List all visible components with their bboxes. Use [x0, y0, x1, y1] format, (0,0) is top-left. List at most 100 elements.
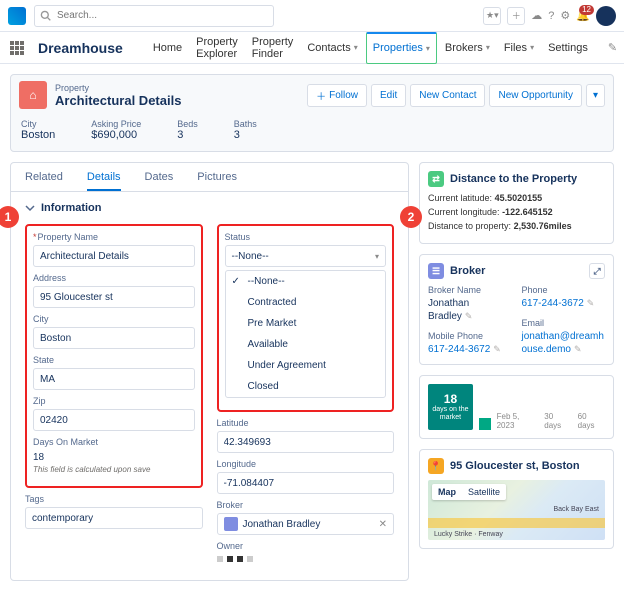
nav-settings[interactable]: Settings: [542, 32, 594, 64]
follow-button[interactable]: ＋Follow: [307, 84, 367, 107]
add-button[interactable]: ＋: [507, 7, 525, 25]
new-contact-button[interactable]: New Contact: [410, 84, 485, 107]
map-label: Lucky Strike · Fenway: [434, 531, 503, 538]
nav-brokers[interactable]: Brokers▾: [439, 32, 496, 64]
global-search-input[interactable]: [34, 5, 274, 27]
field-value: $690,000: [91, 129, 141, 141]
field-label: Zip: [33, 396, 195, 406]
property-icon: ⌂: [19, 81, 47, 109]
favorites-button[interactable]: ★▾: [483, 7, 501, 25]
owner-selector[interactable]: [217, 554, 395, 564]
nav-properties[interactable]: Properties▾: [366, 32, 437, 64]
search-icon: [40, 10, 51, 21]
callout-badge-1: 1: [0, 206, 19, 228]
days-30: 30 days: [544, 412, 571, 430]
status-option-contracted[interactable]: Contracted: [226, 292, 386, 313]
chevron-down-icon: ▾: [354, 43, 358, 52]
field-label: Tags: [25, 494, 203, 504]
field-label: Phone: [522, 285, 606, 295]
broker-name-value: Jonathan Bradley✎: [428, 297, 512, 323]
distance-icon: ⇄: [428, 171, 444, 187]
field-value: Boston: [21, 129, 55, 141]
card-title: 95 Gloucester st, Boston: [450, 460, 580, 472]
chevron-down-icon: ▾: [375, 252, 379, 261]
broker-mobile-link[interactable]: 617-244-3672✎: [428, 343, 512, 356]
help-icon[interactable]: ?: [548, 10, 554, 22]
field-label: Status: [225, 232, 387, 242]
nav-property-finder[interactable]: Property Finder: [246, 32, 300, 64]
avatar-icon: [224, 517, 238, 531]
map[interactable]: MapSatellite Back Bay East Lucky Strike …: [428, 480, 605, 540]
highlighted-region-1: Property Name Address City State Zip Day…: [25, 224, 203, 488]
broker-phone-link[interactable]: 617-244-3672✎: [522, 297, 606, 310]
section-toggle[interactable]: Information: [11, 192, 408, 220]
notifications-button[interactable]: 🔔12: [576, 9, 590, 22]
state-input[interactable]: [33, 368, 195, 390]
status-dropdown[interactable]: --None--▾: [225, 245, 387, 267]
map-type-map[interactable]: Map: [432, 484, 462, 500]
status-dropdown-menu: --None-- Contracted Pre Market Available…: [225, 270, 387, 398]
tab-pictures[interactable]: Pictures: [197, 171, 237, 191]
latitude-input[interactable]: [217, 431, 395, 453]
remove-broker-icon[interactable]: ✕: [379, 519, 387, 530]
status-option-none[interactable]: --None--: [226, 271, 386, 292]
broker-pill[interactable]: Jonathan Bradley✕: [217, 513, 395, 535]
callout-badge-2: 2: [400, 206, 422, 228]
days-60: 60 days: [578, 412, 605, 430]
chevron-down-icon: ▾: [426, 44, 430, 53]
map-type-satellite[interactable]: Satellite: [462, 484, 506, 500]
gear-icon[interactable]: ⚙: [560, 9, 570, 22]
field-label: Owner: [217, 541, 395, 551]
map-label: Back Bay East: [553, 506, 599, 513]
cloud-icon[interactable]: ☁: [531, 9, 542, 22]
distance-lat: Current latitude: 45.5020155: [428, 193, 605, 203]
broker-icon: ☰: [428, 263, 444, 279]
field-label: Asking Price: [91, 119, 141, 129]
card-title: Distance to the Property: [450, 173, 577, 185]
tab-details[interactable]: Details: [87, 171, 121, 191]
status-option-available[interactable]: Available: [226, 334, 386, 355]
avatar[interactable]: [596, 6, 616, 26]
chevron-down-icon: ▾: [486, 43, 490, 52]
tags-input[interactable]: [25, 507, 203, 529]
location-icon: 📍: [428, 458, 444, 474]
more-actions-button[interactable]: ▾: [586, 84, 605, 107]
tab-dates[interactable]: Dates: [145, 171, 174, 191]
field-label: Broker Name: [428, 285, 512, 295]
app-launcher-icon[interactable]: [10, 41, 24, 55]
city-input[interactable]: [33, 327, 195, 349]
status-option-closed[interactable]: Closed: [226, 376, 386, 397]
field-value: 3: [177, 129, 198, 141]
nav-contacts[interactable]: Contacts▾: [301, 32, 363, 64]
days-on-market-value: 18: [33, 450, 195, 465]
distance-lon: Current longitude: -122.645152: [428, 207, 605, 217]
edit-icon[interactable]: ✎: [465, 311, 473, 321]
field-label: Beds: [177, 119, 198, 129]
nav-property-explorer[interactable]: Property Explorer: [190, 32, 244, 64]
zip-input[interactable]: [33, 409, 195, 431]
edit-icon[interactable]: ✎: [587, 298, 595, 308]
field-label: City: [33, 314, 195, 324]
tab-related[interactable]: Related: [25, 171, 63, 191]
edit-nav-icon[interactable]: ✎: [608, 41, 617, 54]
field-label: Baths: [234, 119, 257, 129]
distance-value: Distance to property: 2,530.76miles: [428, 221, 605, 231]
new-opportunity-button[interactable]: New Opportunity: [489, 84, 581, 107]
days-date: Feb 5, 2023: [497, 412, 539, 430]
field-label: Property Name: [33, 232, 195, 242]
nav-files[interactable]: Files▾: [498, 32, 540, 64]
app-name: Dreamhouse: [38, 40, 123, 56]
status-option-pre-market[interactable]: Pre Market: [226, 313, 386, 334]
longitude-input[interactable]: [217, 472, 395, 494]
status-option-under-agreement[interactable]: Under Agreement: [226, 355, 386, 376]
field-label: Email: [522, 318, 606, 328]
edit-button[interactable]: Edit: [371, 84, 406, 107]
nav-home[interactable]: Home: [147, 32, 188, 64]
address-input[interactable]: [33, 286, 195, 308]
property-name-input[interactable]: [33, 245, 195, 267]
edit-icon[interactable]: ✎: [574, 344, 582, 354]
record-type-label: Property: [55, 83, 181, 93]
expand-icon[interactable]: ⤢: [589, 263, 605, 279]
edit-icon[interactable]: ✎: [493, 344, 501, 354]
broker-email-link[interactable]: jonathan@dreamhouse.demo✎: [522, 330, 606, 356]
